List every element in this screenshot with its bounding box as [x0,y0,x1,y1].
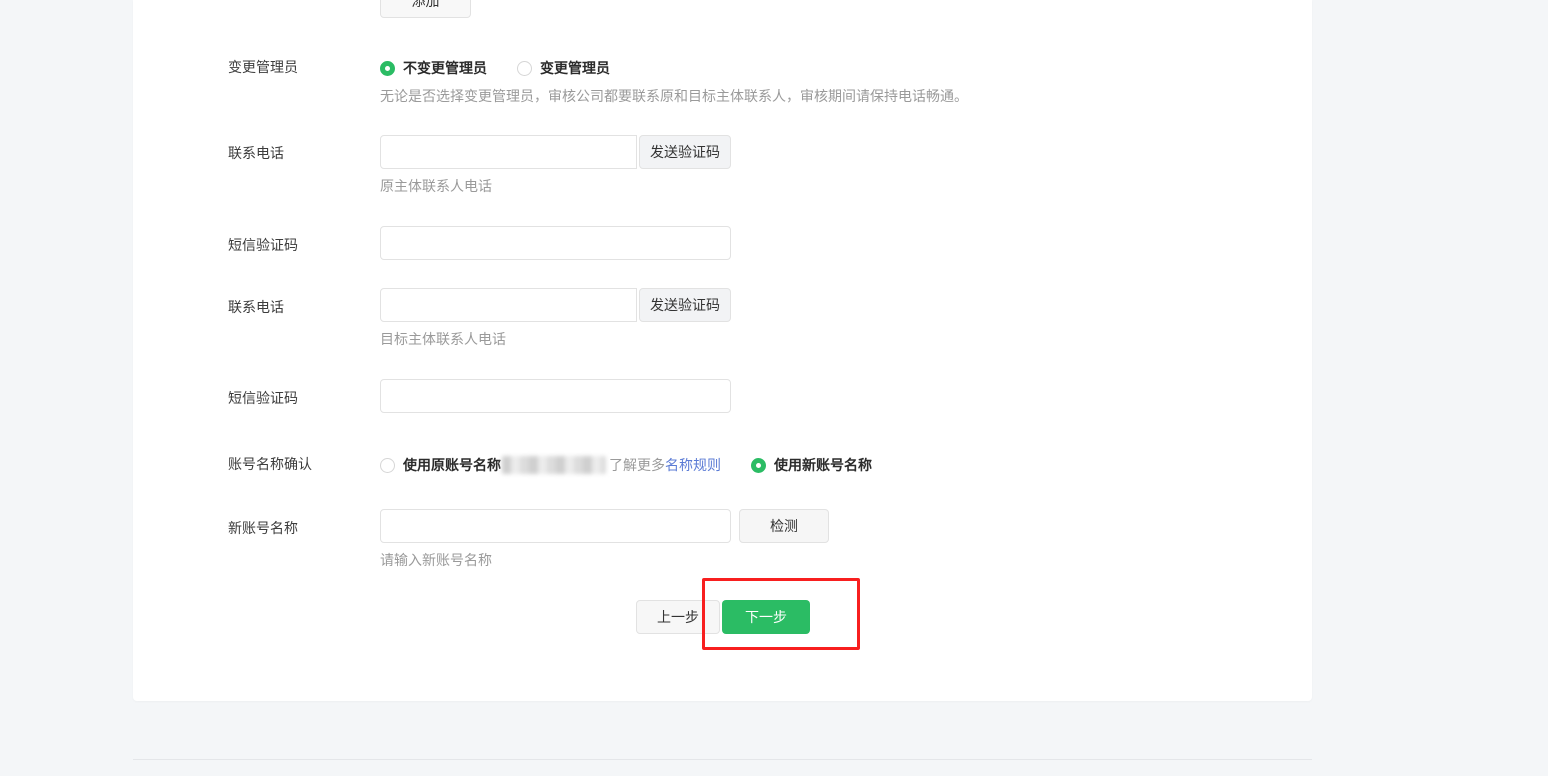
radio-use-old-name-label: 使用原账号名称 [403,455,501,475]
add-button[interactable]: 添加 [380,0,471,18]
phone-original-row: 发送验证码 [380,135,731,169]
form-actions: 上一步 下一步 [636,600,810,634]
phone-original-hint: 原主体联系人电话 [380,178,492,194]
sms-target-input[interactable] [380,379,731,413]
admin-change-radio-group: 不变更管理员 变更管理员 [380,58,610,78]
admin-change-note: 无论是否选择变更管理员，审核公司都要联系原和目标主体联系人，审核期间请保持电话畅… [380,88,968,104]
sms-original-row [380,226,731,260]
radio-use-new-name[interactable]: 使用新账号名称 [751,455,872,475]
page-divider [133,759,1312,760]
radio-keep-admin-label: 不变更管理员 [403,58,487,78]
radio-use-old-name[interactable]: 使用原账号名称 [380,455,501,475]
radio-change-admin-label: 变更管理员 [540,58,610,78]
admin-change-label: 变更管理员 [228,59,298,75]
new-account-name-row [380,509,731,543]
account-name-confirm-label: 账号名称确认 [228,456,312,472]
form-panel: 添加 变更管理员 不变更管理员 变更管理员 无论是否选择变更管理员，审核公司都要… [133,0,1312,701]
name-rules-link[interactable]: 名称规则 [665,455,721,475]
phone-target-row: 发送验证码 [380,288,731,322]
phone-target-label: 联系电话 [228,299,284,315]
next-step-button[interactable]: 下一步 [722,600,810,634]
radio-keep-admin[interactable]: 不变更管理员 [380,58,487,78]
radio-use-new-name-label: 使用新账号名称 [774,455,872,475]
account-name-confirm-group: 使用原账号名称 了解更多 名称规则 使用新账号名称 [380,455,872,475]
sms-target-label: 短信验证码 [228,390,298,406]
radio-unselected-icon [517,61,532,76]
redacted-account-name [502,456,606,474]
new-account-name-hint: 请输入新账号名称 [380,552,492,568]
send-code-button-target[interactable]: 发送验证码 [639,288,731,322]
page: { "colors": { "accent_green": "#2bbc64",… [0,0,1548,776]
new-account-name-input[interactable] [380,509,731,543]
send-code-button-original[interactable]: 发送验证码 [639,135,731,169]
radio-selected-icon [380,61,395,76]
radio-selected-icon [751,458,766,473]
radio-unselected-icon [380,458,395,473]
prev-step-button[interactable]: 上一步 [636,600,720,634]
sms-target-row [380,379,731,413]
learn-more-text: 了解更多 [609,455,665,475]
phone-original-label: 联系电话 [228,145,284,161]
new-account-name-label: 新账号名称 [228,520,298,536]
radio-change-admin[interactable]: 变更管理员 [517,58,610,78]
sms-original-input[interactable] [380,226,731,260]
phone-target-input[interactable] [380,288,637,322]
sms-original-label: 短信验证码 [228,237,298,253]
check-name-button[interactable]: 检测 [739,509,829,543]
phone-target-hint: 目标主体联系人电话 [380,331,506,347]
phone-original-input[interactable] [380,135,637,169]
